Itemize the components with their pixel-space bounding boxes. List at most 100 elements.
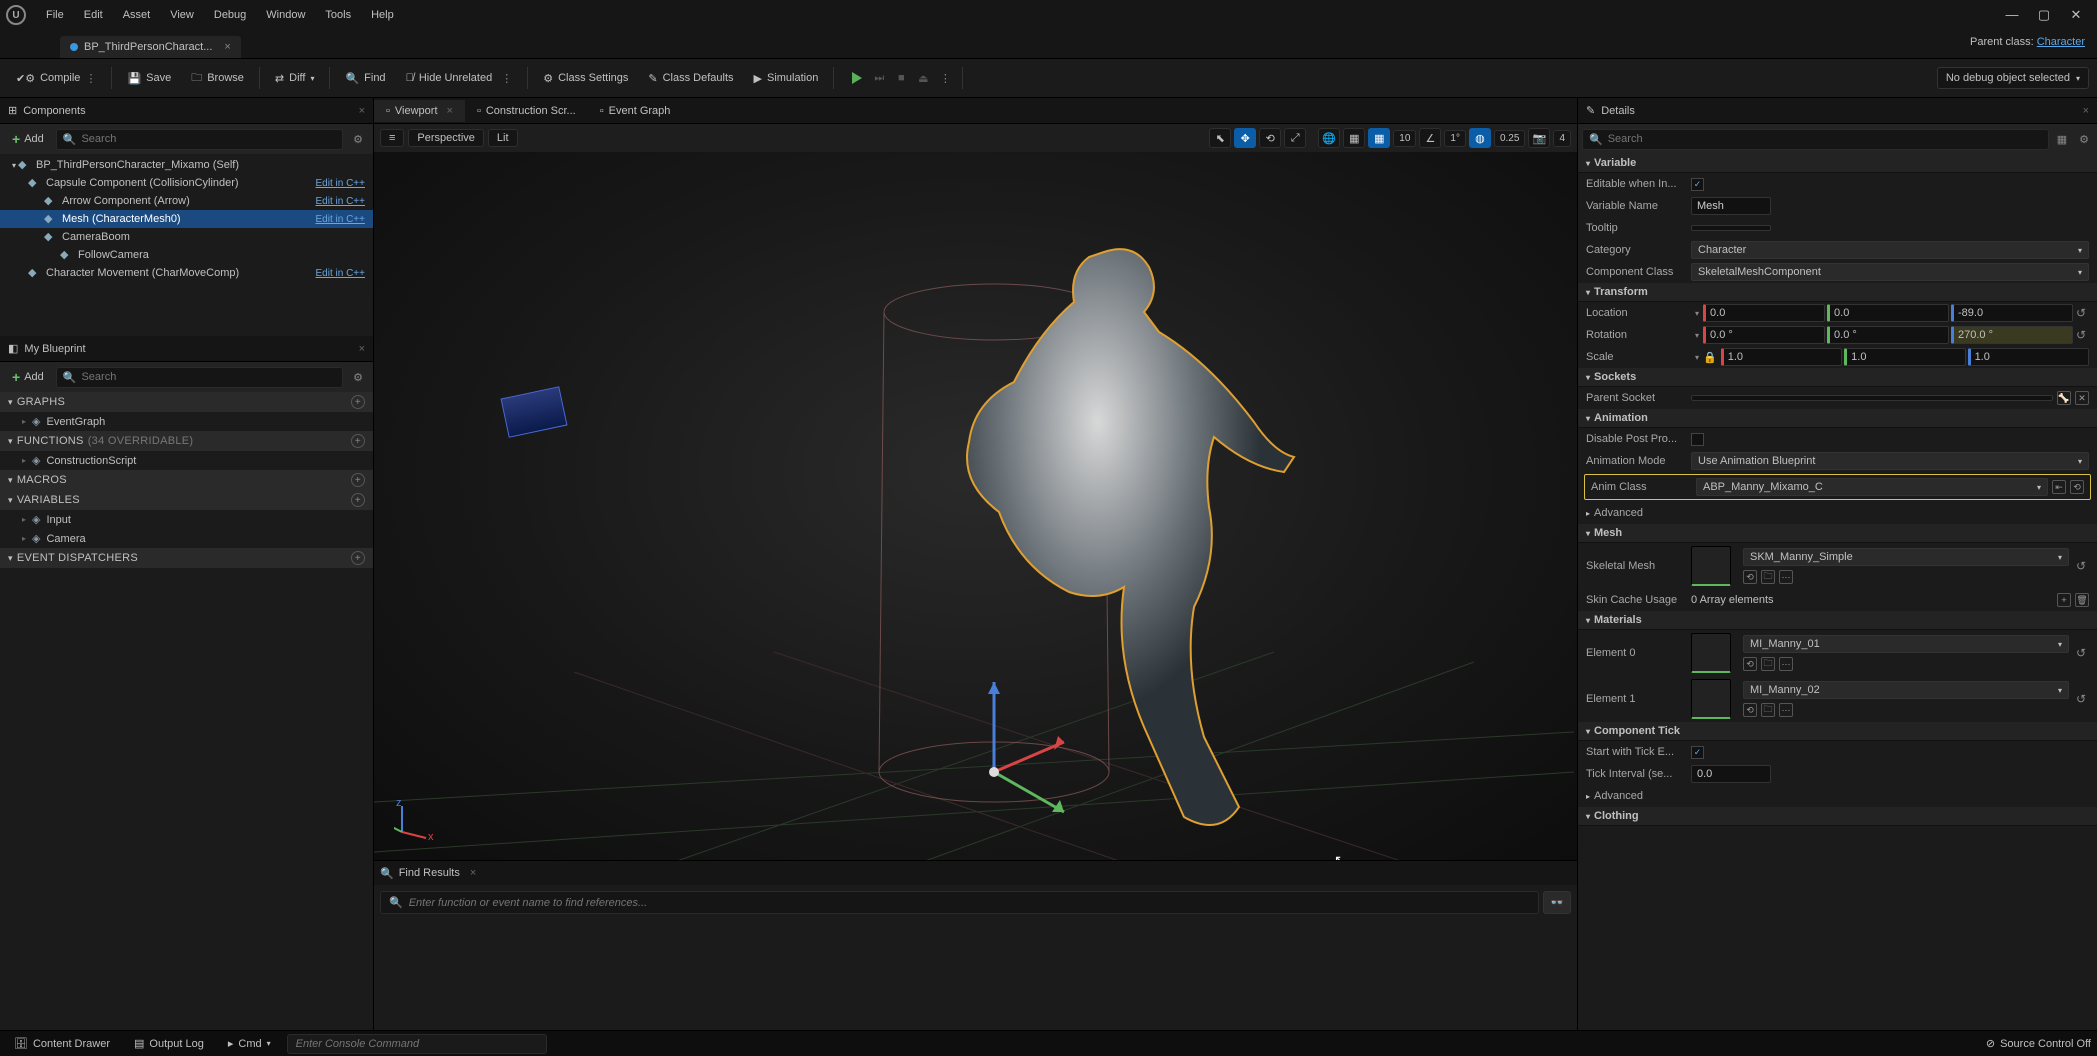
combo-box[interactable]: Use Animation Blueprint▾: [1691, 452, 2089, 470]
browse-to-icon[interactable]: ⟲: [2070, 480, 2084, 494]
edit-in-cpp-link[interactable]: Edit in C++: [316, 178, 369, 189]
translate-mode-button[interactable]: ✥: [1234, 128, 1256, 148]
tab-viewport[interactable]: ▫Viewport×: [374, 100, 465, 122]
filter-icon[interactable]: ▦: [2053, 133, 2071, 146]
section-header[interactable]: ▾FUNCTIONS(34 OVERRIDABLE)+: [0, 431, 373, 451]
menu-window[interactable]: Window: [256, 5, 315, 25]
angle-snap-toggle[interactable]: ∠: [1419, 128, 1441, 148]
menu-tools[interactable]: Tools: [315, 5, 361, 25]
scale-mode-button[interactable]: ⤢: [1284, 128, 1306, 148]
category-header[interactable]: ▾Mesh: [1578, 524, 2097, 543]
parent-class-link[interactable]: Character: [2037, 36, 2085, 48]
category-header[interactable]: ▾Clothing: [1578, 807, 2097, 826]
add-component-button[interactable]: +Add: [4, 128, 52, 150]
vector-x-field[interactable]: 0.0 °: [1703, 326, 1825, 344]
more-icon[interactable]: ⋯: [1779, 570, 1793, 584]
text-field[interactable]: Mesh: [1691, 197, 1771, 215]
reset-to-default-button[interactable]: ↺: [2073, 692, 2089, 706]
pick-socket-icon[interactable]: 🦴: [2057, 391, 2071, 405]
menu-asset[interactable]: Asset: [113, 5, 161, 25]
class-settings-button[interactable]: ⚙Class Settings: [535, 67, 636, 90]
section-header[interactable]: ▾MACROS+: [0, 470, 373, 490]
source-control-button[interactable]: ⊘Source Control Off: [1986, 1037, 2091, 1050]
window-maximize-button[interactable]: ▢: [2037, 7, 2051, 23]
component-row[interactable]: ◆ FollowCamera: [0, 246, 373, 264]
blueprint-search-input[interactable]: 🔍: [56, 367, 343, 388]
reset-to-default-button[interactable]: ↺: [2073, 559, 2089, 573]
text-field[interactable]: 0.0: [1691, 765, 1771, 783]
menu-edit[interactable]: Edit: [74, 5, 113, 25]
output-log-button[interactable]: ▤Output Log: [126, 1034, 212, 1053]
blueprint-item[interactable]: ▸◈Input: [0, 510, 373, 529]
vector-x-field[interactable]: 0.0: [1703, 304, 1825, 322]
edit-in-cpp-link[interactable]: Edit in C++: [316, 214, 369, 225]
grid-snap-toggle[interactable]: ▦: [1368, 128, 1390, 148]
category-header[interactable]: ▾Component Tick: [1578, 722, 2097, 741]
vector-z-field[interactable]: 270.0 °: [1951, 326, 2073, 344]
asset-thumbnail[interactable]: [1691, 679, 1731, 719]
scale-snap-toggle[interactable]: ◍: [1469, 128, 1491, 148]
component-row[interactable]: ◆ Character Movement (CharMoveComp) Edit…: [0, 264, 373, 282]
settings-icon[interactable]: ⚙: [347, 371, 369, 384]
vector-y-field[interactable]: 1.0: [1844, 348, 1965, 366]
console-command-input[interactable]: [287, 1034, 547, 1054]
menu-help[interactable]: Help: [361, 5, 404, 25]
step-button[interactable]: ⏭: [869, 68, 889, 88]
camera-speed-button[interactable]: 📷: [1528, 128, 1550, 148]
asset-thumbnail[interactable]: [1691, 633, 1731, 673]
more-icon[interactable]: ⋯: [1779, 657, 1793, 671]
hide-unrelated-button[interactable]: 👁̸Hide Unrelated⋮: [398, 67, 521, 90]
category-header[interactable]: ▾Transform: [1578, 283, 2097, 302]
select-mode-button[interactable]: ⬉: [1209, 128, 1231, 148]
eject-button[interactable]: ⏏: [913, 68, 933, 88]
add-icon[interactable]: +: [351, 493, 365, 507]
grid-snap-value[interactable]: 10: [1393, 130, 1416, 147]
my-blueprint-panel-tab[interactable]: ◧ My Blueprint ×: [0, 336, 373, 362]
component-row[interactable]: ◆ Capsule Component (CollisionCylinder) …: [0, 174, 373, 192]
tab-event-graph[interactable]: ▫Event Graph: [588, 100, 683, 122]
asset-thumbnail[interactable]: [1691, 546, 1731, 586]
browse-to-icon[interactable]: 🗀: [1761, 657, 1775, 671]
content-drawer-button[interactable]: 🗄Content Drawer: [6, 1034, 118, 1053]
category-header[interactable]: ▾Materials: [1578, 611, 2097, 630]
vector-z-field[interactable]: -89.0: [1951, 304, 2073, 322]
viewport-menu-button[interactable]: ≡: [380, 129, 404, 147]
vector-y-field[interactable]: 0.0: [1827, 304, 1949, 322]
asset-combo[interactable]: SKM_Manny_Simple▾: [1743, 548, 2069, 566]
angle-snap-value[interactable]: 1°: [1444, 130, 1466, 147]
add-element-icon[interactable]: +: [2057, 593, 2071, 607]
class-defaults-button[interactable]: ✎Class Defaults: [640, 67, 741, 90]
combo-box[interactable]: SkeletalMeshComponent▾: [1691, 263, 2089, 281]
clear-array-icon[interactable]: 🗑: [2075, 593, 2089, 607]
category-header[interactable]: ▾Variable: [1578, 154, 2097, 173]
compile-button[interactable]: ✔⚙ Compile ⋮: [8, 67, 104, 90]
vector-z-field[interactable]: 1.0: [1968, 348, 2089, 366]
use-selected-icon[interactable]: ⟲: [1743, 657, 1757, 671]
component-row[interactable]: ◆ Arrow Component (Arrow) Edit in C++: [0, 192, 373, 210]
lock-icon[interactable]: 🔒: [1703, 351, 1717, 364]
vector-x-field[interactable]: 1.0: [1721, 348, 1842, 366]
close-icon[interactable]: ×: [447, 105, 453, 117]
property-row[interactable]: ▸Advanced: [1578, 785, 2097, 807]
play-options-button[interactable]: ⋮: [935, 68, 955, 88]
camera-speed-value[interactable]: 4: [1553, 130, 1571, 147]
viewport-3d[interactable]: x z ↖: [374, 152, 1577, 860]
category-header[interactable]: ▾Sockets: [1578, 368, 2097, 387]
edit-in-cpp-link[interactable]: Edit in C++: [316, 268, 369, 279]
save-button[interactable]: 💾Save: [119, 67, 179, 90]
play-button[interactable]: [847, 68, 867, 88]
rotate-mode-button[interactable]: ⟲: [1259, 128, 1281, 148]
section-header[interactable]: ▾EVENT DISPATCHERS+: [0, 548, 373, 568]
add-icon[interactable]: +: [351, 434, 365, 448]
section-header[interactable]: ▾GRAPHS+: [0, 392, 373, 412]
browse-to-icon[interactable]: 🗀: [1761, 703, 1775, 717]
find-in-all-button[interactable]: 👓: [1543, 891, 1571, 914]
tab-construction-scr-[interactable]: ▫Construction Scr...: [465, 100, 588, 122]
document-tab[interactable]: BP_ThirdPersonCharact... ×: [60, 36, 241, 58]
component-row[interactable]: ◆ Mesh (CharacterMesh0) Edit in C++: [0, 210, 373, 228]
socket-field[interactable]: [1691, 395, 2053, 401]
reset-to-default-button[interactable]: ↺: [2073, 328, 2089, 342]
blueprint-item[interactable]: ▸◈EventGraph: [0, 412, 373, 431]
close-icon[interactable]: ×: [2083, 105, 2089, 117]
simulation-button[interactable]: ▶Simulation: [746, 67, 827, 90]
